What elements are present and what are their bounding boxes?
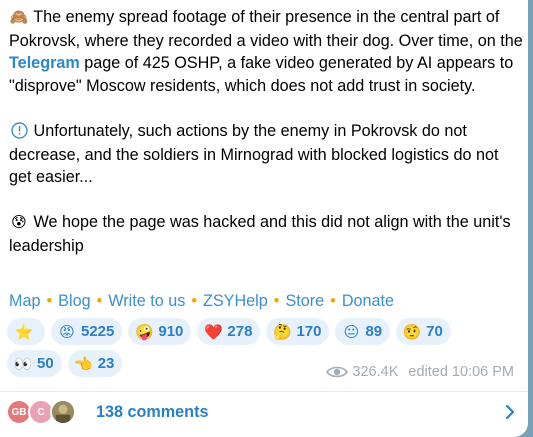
eye-icon (326, 365, 349, 379)
link-separator: • (191, 292, 197, 310)
raised-eyebrow-face-icon: 🤨 (402, 323, 422, 341)
channel-post: 🙈 The enemy spread footage of their pres… (0, 0, 528, 437)
reactions-row-1: ⭐ 😡 5225 🤪 910 ❤️ 278 🤔 170 😐 89 🤨 70 (7, 318, 527, 345)
eyes-icon: 👀 (13, 355, 33, 373)
link-separator: • (96, 292, 103, 310)
link-donate[interactable]: Donate (342, 292, 394, 310)
view-count: 326.4K (352, 364, 399, 380)
comments-count: 138 comments (96, 403, 209, 421)
anxious-face-icon: 😰 (11, 214, 27, 232)
reaction-pointing-hand-button[interactable]: 👈 23 (67, 350, 123, 377)
telegram-link[interactable]: Telegram (9, 54, 80, 72)
reaction-count: 70 (426, 323, 443, 340)
reaction-star-button[interactable]: ⭐ (7, 318, 45, 345)
paragraph-text: The enemy spread footage of their presen… (9, 8, 523, 50)
thinking-face-icon: 🤔 (273, 323, 292, 341)
angry-face-icon: 😡 (59, 323, 75, 341)
link-map[interactable]: Map (9, 292, 41, 310)
comments-button[interactable]: GB C 138 comments (6, 397, 520, 427)
footer-links: Map • Blog • Write to us • ZSYHelp • Store • Donat… (9, 292, 394, 311)
reaction-count: 278 (227, 323, 253, 340)
monkey-icon: 🙈 (9, 9, 29, 26)
link-separator: • (273, 292, 280, 310)
reaction-count: 89 (365, 323, 383, 340)
edited-timestamp: edited 10:06 PM (408, 364, 514, 380)
divider (0, 391, 528, 392)
link-separator: • (46, 292, 53, 310)
post-paragraph-2: Unfortunately, such actions by the enemy… (9, 120, 524, 189)
neutral-face-icon: 😐 (343, 323, 360, 341)
post-paragraph-3: 😰 We hope the page was hacked and this d… (9, 211, 524, 257)
pointing-hand-icon: 👈 (74, 355, 94, 373)
paragraph-text: page of 425 OSHP, a fake video generated… (9, 54, 514, 95)
post-paragraph-1: 🙈 The enemy spread footage of their pres… (9, 6, 524, 97)
avatar (50, 399, 76, 425)
reaction-count: 50 (37, 355, 54, 372)
chevron-right-icon (504, 404, 516, 420)
post-text: 🙈 The enemy spread footage of their pres… (9, 6, 524, 280)
reaction-raised-eyebrow-button[interactable]: 🤨 70 (396, 318, 451, 345)
reaction-angry-button[interactable]: 😡 5225 (51, 318, 123, 345)
reaction-count: 910 (158, 323, 184, 340)
paragraph-text: Unfortunately, such actions by the enemy… (9, 121, 499, 187)
reaction-neutral-button[interactable]: 😐 89 (335, 318, 391, 345)
link-zsyhelp[interactable]: ZSYHelp (203, 292, 268, 310)
reaction-thinking-button[interactable]: 🤔 170 (266, 318, 330, 345)
info-icon (9, 121, 29, 144)
link-store[interactable]: Store (285, 292, 324, 310)
reaction-count: 170 (296, 323, 322, 340)
paragraph-text: We hope the page was hacked and this did… (9, 213, 511, 255)
link-blog[interactable]: Blog (58, 292, 90, 310)
reaction-zany-button[interactable]: 🤪 910 (128, 318, 192, 345)
zany-face-icon: 🤪 (135, 323, 154, 341)
link-separator: • (330, 292, 336, 310)
reaction-eyes-button[interactable]: 👀 50 (7, 350, 62, 377)
post-meta: 326.4K edited 10:06 PM (326, 364, 514, 380)
reaction-count: 23 (97, 355, 115, 372)
reaction-count: 5225 (81, 323, 115, 340)
link-write-to-us[interactable]: Write to us (108, 292, 185, 310)
heart-icon: ❤️ (204, 323, 223, 341)
star-icon: ⭐ (14, 323, 34, 341)
reaction-heart-button[interactable]: ❤️ 278 (197, 318, 261, 345)
